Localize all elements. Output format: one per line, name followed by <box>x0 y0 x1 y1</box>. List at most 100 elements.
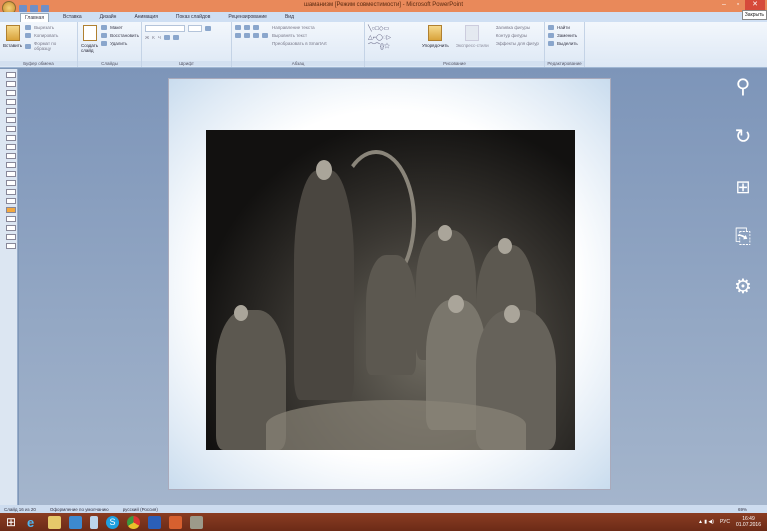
new-slide-button[interactable]: Создать слайд <box>81 25 98 53</box>
maximize-button[interactable]: ▫ <box>731 0 745 10</box>
slide-thumbnails-panel[interactable] <box>0 69 18 505</box>
align-left-icon[interactable] <box>235 33 241 38</box>
face <box>504 305 520 323</box>
tab-animation[interactable]: Анимация <box>130 13 161 21</box>
explorer-icon[interactable] <box>48 515 61 529</box>
ribbon: Вставить Вырезать Копировать Формат по о… <box>0 22 767 68</box>
slide-thumbnail[interactable] <box>6 243 16 249</box>
align-center-icon[interactable] <box>244 33 250 38</box>
slide-thumbnail[interactable] <box>6 216 16 222</box>
slide-thumbnail[interactable] <box>6 135 16 141</box>
grow-font-icon[interactable] <box>205 26 211 31</box>
slide-thumbnail[interactable] <box>6 117 16 123</box>
tab-review[interactable]: Рецензирование <box>224 13 271 21</box>
shape-effects-button[interactable]: Эффекты для фигур <box>496 41 539 46</box>
app-icon[interactable] <box>90 515 98 529</box>
strikethrough-icon[interactable] <box>163 35 170 40</box>
slide-thumbnail[interactable] <box>6 189 16 195</box>
reset-button[interactable]: Восстановить <box>101 33 139 38</box>
clock[interactable]: 16:49 01.07.2016 <box>736 516 761 528</box>
group-label: Редактирование <box>545 61 584 66</box>
font-color-icon[interactable] <box>172 35 179 40</box>
copy-icon <box>25 33 32 38</box>
network-icon[interactable]: ▲ ▮ ◀) <box>698 519 714 525</box>
slide-thumbnail[interactable] <box>6 225 16 231</box>
tab-slideshow[interactable]: Показ слайдов <box>172 13 214 21</box>
settings-icon[interactable]: ⚙ <box>731 275 755 299</box>
language[interactable]: русский (Россия) <box>123 507 158 512</box>
app-icon[interactable] <box>190 515 203 529</box>
input-language[interactable]: РУС <box>720 519 730 525</box>
format-painter-button[interactable]: Формат по образцу <box>25 41 74 51</box>
tab-home[interactable]: Главная <box>20 12 50 22</box>
slide-thumbnail[interactable] <box>6 144 16 150</box>
text-direction-button[interactable]: Направление текста <box>272 25 327 30</box>
align-text-button[interactable]: Выровнять текст <box>272 33 327 38</box>
copy-button[interactable]: Копировать <box>25 33 74 38</box>
quick-styles-button[interactable]: Экспресс-стили <box>456 25 489 55</box>
bullets-icon[interactable] <box>235 25 241 30</box>
start-icon[interactable]: ⊞ <box>731 175 755 199</box>
devices-icon[interactable]: ⎘ <box>731 225 755 249</box>
tab-insert[interactable]: Вставка <box>59 13 86 21</box>
minimize-button[interactable]: – <box>717 0 731 10</box>
word-icon[interactable] <box>148 515 161 529</box>
chrome-icon[interactable] <box>127 515 140 529</box>
reset-icon <box>101 33 108 38</box>
smartart-button[interactable]: Преобразовать в SmartArt <box>272 41 327 46</box>
slide-thumbnail[interactable] <box>6 162 16 168</box>
search-icon[interactable]: ⚲ <box>731 75 755 99</box>
face <box>316 160 332 180</box>
group-label: Буфер обмена <box>0 61 77 66</box>
italic-button[interactable]: К <box>152 35 155 40</box>
slide-thumbnail[interactable] <box>6 126 16 132</box>
slide-thumbnail[interactable] <box>6 90 16 96</box>
font-name-select[interactable] <box>145 25 185 32</box>
close-button[interactable]: ✕ <box>745 0 765 10</box>
share-icon[interactable]: ↻ <box>731 125 755 149</box>
slide-thumbnail[interactable] <box>6 198 16 204</box>
indent-icon[interactable] <box>253 25 259 30</box>
slide-thumbnail[interactable] <box>6 99 16 105</box>
powerpoint-icon[interactable] <box>169 515 182 529</box>
slide-thumbnail[interactable] <box>6 108 16 114</box>
align-right-icon[interactable] <box>253 33 259 38</box>
find-button[interactable]: Найти <box>548 25 581 30</box>
ie-icon[interactable]: e <box>27 516 40 529</box>
shapes-gallery[interactable]: ╲○□◇▭ △⌐◯◌▷ ⌒⌒{}☆ <box>368 25 418 55</box>
underline-button[interactable]: Ч <box>158 35 161 40</box>
windows-start-icon[interactable]: ⊞ <box>6 515 19 529</box>
slide-thumbnail[interactable] <box>6 72 16 78</box>
shape-outline-button[interactable]: Контур фигуры <box>496 33 539 38</box>
replace-button[interactable]: Заменить <box>548 33 581 38</box>
slides-group: Создать слайд Макет Восстановить Удалить… <box>78 22 142 67</box>
delete-slide-button[interactable]: Удалить <box>101 41 139 46</box>
paste-button[interactable]: Вставить <box>3 25 22 54</box>
arrange-button[interactable]: Упорядочить <box>422 25 449 55</box>
numbering-icon[interactable] <box>244 25 250 30</box>
select-button[interactable]: Выделить <box>548 41 581 46</box>
cut-button[interactable]: Вырезать <box>25 25 74 30</box>
slide-thumbnail[interactable] <box>6 81 16 87</box>
face <box>448 295 464 313</box>
window-title: шаманизм [Режим совместимости] - Microso… <box>304 2 463 8</box>
justify-icon[interactable] <box>262 33 268 38</box>
layout-button[interactable]: Макет <box>101 25 139 30</box>
slide-thumbnail[interactable] <box>6 153 16 159</box>
slide-thumbnail[interactable] <box>6 234 16 240</box>
zoom-level[interactable]: 69% <box>738 507 747 512</box>
shape-fill-button[interactable]: Заливка фигуры <box>496 25 539 30</box>
slide-counter: Слайд 16 из 20 <box>4 506 36 512</box>
skype-icon[interactable]: S <box>106 515 119 529</box>
slide-thumbnail[interactable] <box>6 180 16 186</box>
tab-design[interactable]: Дизайн <box>96 13 121 21</box>
slide-thumbnail-selected[interactable] <box>6 207 16 213</box>
tab-view[interactable]: Вид <box>281 13 298 21</box>
slide-thumbnail[interactable] <box>6 171 16 177</box>
styles-icon <box>465 25 480 41</box>
bold-button[interactable]: Ж <box>145 35 149 40</box>
slide-photo[interactable] <box>206 130 575 450</box>
app-icon[interactable] <box>69 515 82 529</box>
font-size-select[interactable] <box>188 25 202 32</box>
face <box>234 305 248 321</box>
